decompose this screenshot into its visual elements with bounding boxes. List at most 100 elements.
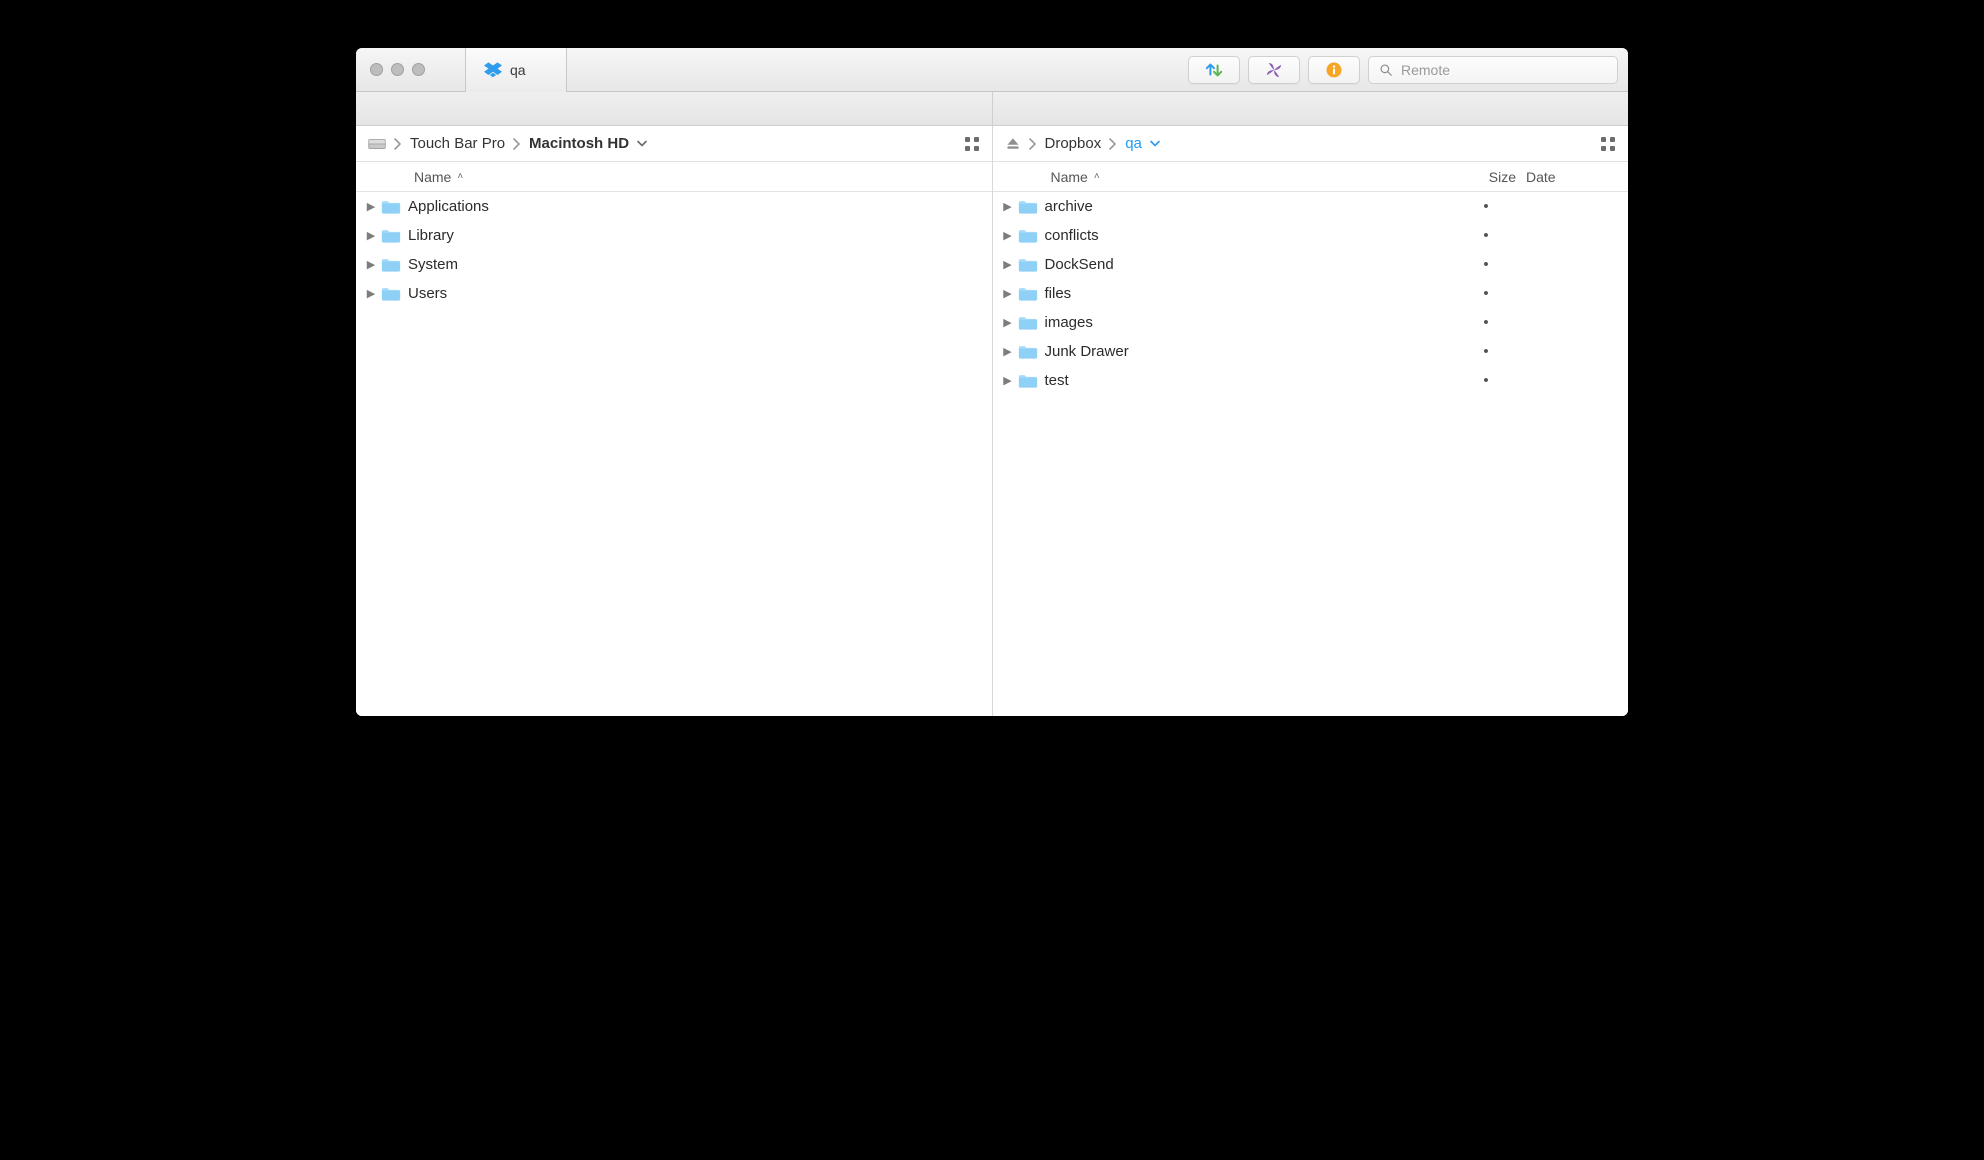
file-name: DockSend [1045,256,1447,273]
file-name: Junk Drawer [1045,343,1447,360]
column-date[interactable]: Date [1526,169,1616,185]
disclosure-triangle-icon[interactable]: ▶ [364,287,378,300]
file-name: Library [408,227,980,244]
column-date-label: Date [1526,169,1556,185]
chevron-right-icon [394,138,402,150]
list-item[interactable]: ▶ Library [356,221,992,250]
folder-icon [1017,286,1039,302]
list-item[interactable]: ▶test• [993,366,1629,395]
sort-ascending-icon: ˄ [457,171,463,182]
disclosure-triangle-icon[interactable]: ▶ [1001,258,1015,271]
search-input[interactable] [1401,62,1607,78]
disclosure-triangle-icon[interactable]: ▶ [1001,345,1015,358]
file-size: • [1446,314,1526,331]
folder-icon [1017,344,1039,360]
file-name: Applications [408,198,980,215]
file-size: • [1446,343,1526,360]
breadcrumb-label: Dropbox [1045,135,1102,152]
breadcrumb-touch-bar-pro[interactable]: Touch Bar Pro [410,135,505,152]
column-name[interactable]: Name ˄ [1051,169,1447,185]
list-item[interactable]: ▶ files• [993,279,1629,308]
sub-toolbar [356,92,1628,126]
tab-title: qa [510,62,526,78]
file-name: files [1045,285,1447,302]
file-size: • [1446,227,1526,244]
disclosure-triangle-icon[interactable]: ▶ [1001,374,1015,387]
disclosure-triangle-icon[interactable]: ▶ [1001,316,1015,329]
list-item[interactable]: ▶ Applications [356,192,992,221]
toolbar-buttons [1188,56,1618,84]
chevron-down-icon [1150,140,1160,148]
disk-icon [368,137,386,151]
column-size[interactable]: Size [1446,169,1526,185]
traffic-lights [370,63,425,76]
list-item[interactable]: ▶ Junk Drawer• [993,337,1629,366]
file-size: • [1446,285,1526,302]
list-item[interactable]: ▶conflicts• [993,221,1629,250]
list-item[interactable]: ▶ Users [356,279,992,308]
chevron-right-icon [1029,138,1037,150]
disclosure-triangle-icon[interactable]: ▶ [1001,229,1015,242]
breadcrumb-macintosh-hd[interactable]: Macintosh HD [529,135,647,152]
right-column-header: Name ˄ Size Date [993,162,1629,192]
disclosure-triangle-icon[interactable]: ▶ [1001,287,1015,300]
list-item[interactable]: ▶ System [356,250,992,279]
column-name-label: Name [1051,169,1088,185]
file-name: test [1045,372,1447,389]
disclosure-triangle-icon[interactable]: ▶ [364,229,378,242]
breadcrumb-qa[interactable]: qa [1125,135,1160,152]
breadcrumb-label: Macintosh HD [529,135,629,152]
file-name: Users [408,285,980,302]
breadcrumb-dropbox[interactable]: Dropbox [1045,135,1102,152]
right-pane: Dropbox qa Na [993,126,1629,716]
disclosure-triangle-icon[interactable]: ▶ [364,258,378,271]
transfer-button[interactable] [1188,56,1240,84]
tab-qa[interactable]: qa [465,48,567,92]
info-button[interactable] [1308,56,1360,84]
minimize-window-button[interactable] [391,63,404,76]
column-name-label: Name [414,169,451,185]
activity-button[interactable] [1248,56,1300,84]
list-item[interactable]: ▶DockSend• [993,250,1629,279]
breadcrumb-label: qa [1125,135,1142,152]
folder-icon [380,228,402,244]
folder-icon [1017,257,1039,273]
breadcrumb-label: Touch Bar Pro [410,135,505,152]
left-pathbar: Touch Bar Pro Macintosh HD [356,126,992,162]
right-pathbar: Dropbox qa [993,126,1629,162]
column-name[interactable]: Name ˄ [414,169,980,185]
chevron-right-icon [513,138,521,150]
right-file-list: ▶archive•▶conflicts•▶DockSend•▶files•▶im… [993,192,1629,716]
chevron-right-icon [1109,138,1117,150]
search-field[interactable] [1368,56,1618,84]
eject-icon[interactable] [1005,136,1021,152]
titlebar: qa [356,48,1628,92]
folder-icon [1017,315,1039,331]
search-icon [1379,63,1393,77]
zoom-window-button[interactable] [412,63,425,76]
left-column-header: Name ˄ [356,162,992,192]
column-size-label: Size [1489,169,1516,185]
folder-icon [380,257,402,273]
left-file-list: ▶ Applications ▶ Library ▶ System ▶ Users [356,192,992,716]
grid-view-button[interactable] [964,136,980,152]
disclosure-triangle-icon[interactable]: ▶ [1001,200,1015,213]
panes: Touch Bar Pro Macintosh HD [356,126,1628,716]
disclosure-triangle-icon[interactable]: ▶ [364,200,378,213]
folder-icon [380,286,402,302]
list-item[interactable]: ▶archive• [993,192,1629,221]
list-item[interactable]: ▶ images• [993,308,1629,337]
pinwheel-icon [1265,61,1283,79]
dropbox-icon [484,62,502,78]
chevron-down-icon [637,140,647,148]
app-window: qa [356,48,1628,716]
grid-view-button[interactable] [1600,136,1616,152]
close-window-button[interactable] [370,63,383,76]
folder-icon [1017,228,1039,244]
sort-ascending-icon: ˄ [1094,171,1100,182]
transfer-icon [1203,61,1225,79]
file-size: • [1446,198,1526,215]
info-icon [1325,61,1343,79]
file-name: System [408,256,980,273]
file-name: images [1045,314,1447,331]
